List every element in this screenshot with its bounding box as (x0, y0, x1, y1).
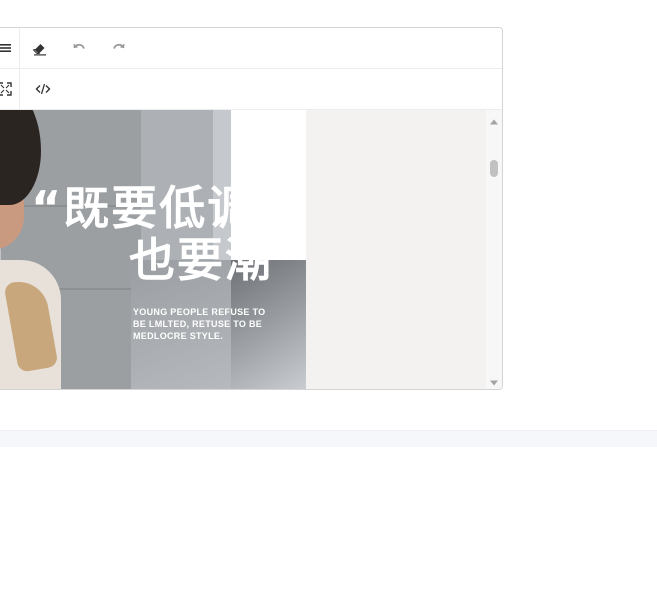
toolbar-row-primary (0, 28, 502, 69)
content-background (306, 110, 480, 389)
list-button[interactable] (0, 34, 19, 62)
scroll-up-arrow-icon[interactable] (489, 114, 499, 125)
scroll-down-arrow-icon[interactable] (489, 375, 499, 386)
list-icon (0, 41, 12, 55)
toolbar-row-secondary (0, 69, 502, 110)
banner-headline-line1: “既要低调 (31, 181, 256, 235)
banner-image: “既要低调 也要潮” YOUNG PEOPLE REFUSE TO BE LML… (0, 110, 306, 389)
undo-button[interactable] (65, 34, 93, 62)
undo-icon (71, 40, 87, 56)
scrollbar-thumb[interactable] (490, 160, 498, 177)
rich-text-editor: “既要低调 也要潮” YOUNG PEOPLE REFUSE TO BE LML… (0, 27, 503, 390)
clear-format-button[interactable] (26, 34, 54, 62)
code-view-icon (35, 82, 51, 96)
fullscreen-button[interactable] (0, 75, 19, 103)
redo-icon (111, 40, 127, 56)
banner-headline-line2: 也要潮” (129, 233, 306, 287)
page-footer-strip (0, 430, 657, 447)
vertical-scrollbar[interactable] (486, 110, 502, 389)
toolbar-divider (19, 69, 20, 109)
eraser-icon (32, 40, 48, 56)
toolbar-divider (19, 28, 20, 68)
code-view-button[interactable] (29, 75, 57, 103)
editor-content-area[interactable]: “既要低调 也要潮” YOUNG PEOPLE REFUSE TO BE LML… (0, 110, 502, 389)
fullscreen-icon (0, 82, 12, 96)
redo-button[interactable] (105, 34, 133, 62)
banner-subtitle: YOUNG PEOPLE REFUSE TO BE LMLTED, RETUSE… (133, 307, 266, 341)
